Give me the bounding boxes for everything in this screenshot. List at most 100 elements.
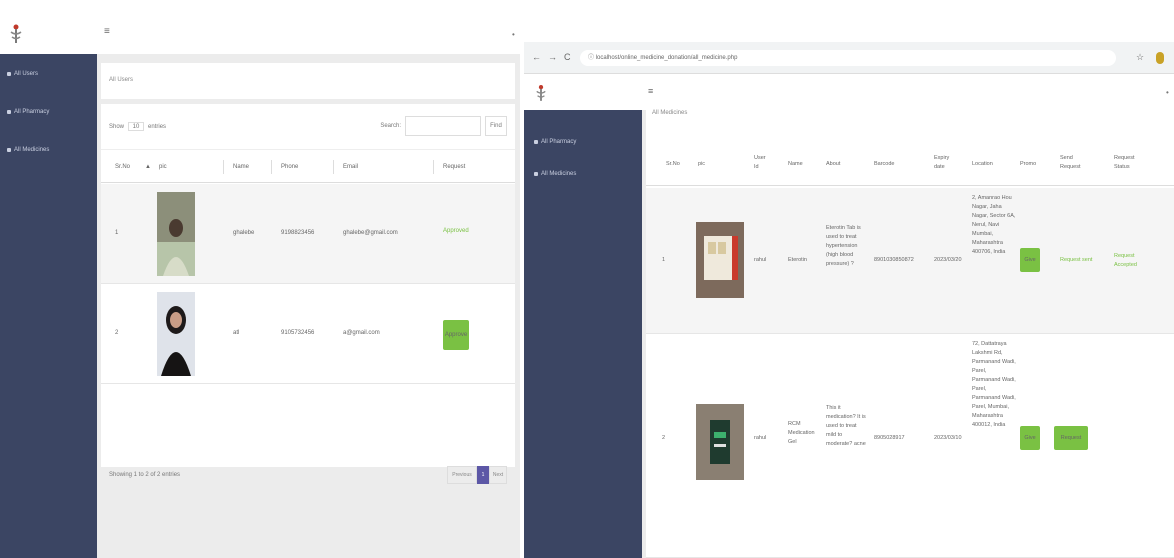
reload-icon[interactable]: C <box>564 52 571 62</box>
search-input[interactable] <box>405 116 481 136</box>
url-text: localhost/online_medicine_donation/all_m… <box>595 55 738 61</box>
user-email: ghalebe@gmail.com <box>343 230 398 236</box>
main-content: All Users Show 10 entries Search: Find S… <box>97 54 520 558</box>
logo-icon <box>10 24 22 43</box>
location: 72, Dattatraya Lakshmi Rd, Parmanand Wad… <box>972 341 1016 428</box>
lock-icon: ⓘ <box>588 55 596 61</box>
user-email: a@gmail.com <box>343 330 380 336</box>
square-icon <box>7 148 11 152</box>
medicine-name: RCM Medication Gel <box>788 421 815 445</box>
request-status: Approved <box>443 228 469 234</box>
medicine-name: Eterotin <box>788 257 807 263</box>
browser-toolbar: ← → C ⓘ localhost/online_medicine_donati… <box>524 42 1174 74</box>
table-row: 1 rahul Eterotin Eterotin Tab is used to… <box>646 188 1174 334</box>
row-number: 1 <box>115 230 119 236</box>
back-icon[interactable]: ← <box>532 52 541 62</box>
address-bar[interactable]: ⓘ localhost/online_medicine_donation/all… <box>580 50 1116 66</box>
medicine-photo <box>696 222 744 298</box>
more-options-icon[interactable]: • <box>1166 88 1169 97</box>
table-row: 1 ghalebe 9198823456 ghalebe@gmail.com A… <box>101 184 515 284</box>
expiry-date: 2023/03/20 <box>934 257 962 263</box>
search-button[interactable]: Find <box>485 116 507 136</box>
column-header[interactable]: Email <box>343 164 358 170</box>
bookmark-star-icon[interactable]: ☆ <box>1136 52 1144 63</box>
barcode: 8901030850872 <box>874 257 914 263</box>
user-id: rahul <box>754 257 767 263</box>
search-label: Search: <box>380 123 401 129</box>
pagination-page-1[interactable]: 1 <box>477 466 489 484</box>
column-header[interactable]: Sr.No <box>115 164 130 170</box>
sidebar-item-label: All Medicines <box>541 171 577 177</box>
column-header[interactable]: Location <box>972 160 993 169</box>
more-options-icon[interactable]: • <box>512 30 515 39</box>
sort-icon[interactable]: ▲ <box>145 164 151 170</box>
table-row: 2 atl 9105732456 a@gmail.com Approve <box>101 284 515 384</box>
user-photo <box>157 192 195 276</box>
column-header[interactable]: Request Status <box>1114 154 1144 172</box>
column-header[interactable]: Name <box>233 164 249 170</box>
row-number: 1 <box>662 257 666 263</box>
column-header[interactable]: Expiry date <box>934 154 956 172</box>
user-phone: 9105732456 <box>281 330 315 336</box>
hamburger-menu-icon[interactable]: ≡ <box>648 86 653 96</box>
square-icon <box>7 72 11 76</box>
column-header[interactable]: Sr.No <box>666 160 680 169</box>
column-header[interactable]: pic <box>698 160 705 169</box>
sidebar-item-all-medicines[interactable]: All Medicines <box>534 168 576 180</box>
medicines-table-card: All Medicines Sr.No pic User Id Name Abo… <box>646 110 1174 558</box>
user-id: rahul <box>754 435 767 441</box>
column-divider <box>333 160 334 174</box>
entries-select[interactable]: 10 <box>128 122 145 131</box>
hamburger-menu-icon[interactable]: ≡ <box>104 26 110 37</box>
breadcrumb-text: All Users <box>109 77 134 83</box>
request-status: Request Accepted <box>1114 253 1137 268</box>
pagination-next[interactable]: Next <box>489 466 507 484</box>
column-divider <box>271 160 272 174</box>
sidebar-item-label: All Pharmacy <box>541 139 577 145</box>
send-request-button[interactable]: Request <box>1054 426 1088 450</box>
give-button[interactable]: Give <box>1020 426 1040 450</box>
table-info: Showing 1 to 2 of 2 entries <box>109 472 181 478</box>
user-photo <box>157 292 195 376</box>
column-header[interactable]: Send Request <box>1060 154 1086 172</box>
top-bar <box>524 74 1174 110</box>
sidebar: All Pharmacy All Medicines <box>524 110 642 558</box>
row-number: 2 <box>662 435 666 441</box>
row-number: 2 <box>115 330 119 336</box>
sidebar-item-all-pharmacy[interactable]: All Pharmacy <box>7 106 49 118</box>
profile-avatar[interactable] <box>1156 52 1164 64</box>
square-icon <box>534 172 538 176</box>
show-label: Show <box>109 123 125 130</box>
approve-button[interactable]: Approve <box>443 320 469 350</box>
right-screenshot: ← → C ⓘ localhost/online_medicine_donati… <box>524 42 1174 558</box>
column-header[interactable]: Name <box>788 160 803 169</box>
column-divider <box>433 160 434 174</box>
medicine-about: Eterotin Tab is used to treat hypertensi… <box>826 225 861 267</box>
column-header[interactable]: Promo <box>1020 160 1036 169</box>
sidebar-item-label: All Users <box>14 71 39 77</box>
sidebar-item-all-medicines[interactable]: All Medicines <box>7 144 49 156</box>
pagination: Previous 1 Next <box>447 466 507 484</box>
request-sent-text: Request sent <box>1060 257 1093 263</box>
barcode: 8905028917 <box>874 435 905 441</box>
pagination-previous[interactable]: Previous <box>447 466 477 484</box>
column-header[interactable]: pic <box>159 164 167 170</box>
logo-icon <box>536 85 546 101</box>
sidebar-item-all-pharmacy[interactable]: All Pharmacy <box>534 136 576 148</box>
user-phone: 9198823456 <box>281 230 315 236</box>
column-header[interactable]: About <box>826 160 840 169</box>
give-button[interactable]: Give <box>1020 248 1040 272</box>
column-header[interactable]: Request <box>443 164 465 170</box>
column-header[interactable]: Barcode <box>874 160 895 169</box>
section-title: All Medicines <box>652 110 688 116</box>
entries-label: entries <box>148 123 167 130</box>
search-area: Search: Find <box>380 116 507 136</box>
column-header[interactable]: User Id <box>754 154 770 172</box>
sidebar-item-label: All Pharmacy <box>14 109 50 115</box>
sidebar-item-all-users[interactable]: All Users <box>7 68 38 80</box>
forward-icon[interactable]: → <box>548 52 557 62</box>
column-header[interactable]: Phone <box>281 164 298 170</box>
table-header: Sr.No ▲ pic Name Phone Email Request <box>101 149 515 183</box>
square-icon <box>7 110 11 114</box>
column-divider <box>223 160 224 174</box>
